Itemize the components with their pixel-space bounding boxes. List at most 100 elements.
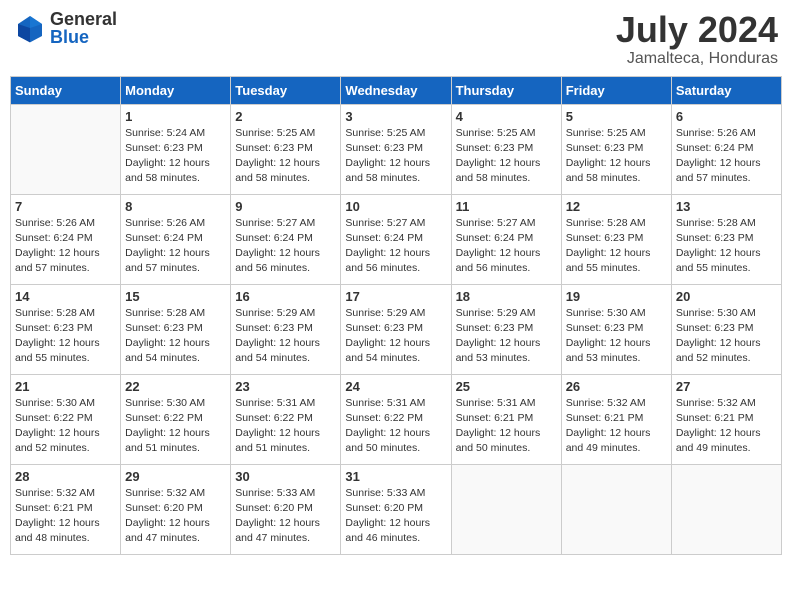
day-info: Sunrise: 5:31 AM Sunset: 6:21 PM Dayligh… [456, 396, 557, 457]
calendar-cell: 28Sunrise: 5:32 AM Sunset: 6:21 PM Dayli… [11, 464, 121, 554]
calendar-cell [671, 464, 781, 554]
day-info: Sunrise: 5:28 AM Sunset: 6:23 PM Dayligh… [566, 216, 667, 277]
week-row-5: 28Sunrise: 5:32 AM Sunset: 6:21 PM Dayli… [11, 464, 782, 554]
day-number: 25 [456, 379, 557, 394]
day-number: 16 [235, 289, 336, 304]
day-info: Sunrise: 5:29 AM Sunset: 6:23 PM Dayligh… [456, 306, 557, 367]
weekday-header-wednesday: Wednesday [341, 76, 451, 104]
day-number: 10 [345, 199, 446, 214]
calendar-cell: 31Sunrise: 5:33 AM Sunset: 6:20 PM Dayli… [341, 464, 451, 554]
calendar-cell: 25 Sunrise: 5:31 AM Sunset: 6:21 PM Dayli… [451, 374, 561, 464]
calendar-cell: 30 Sunrise: 5:33 AM Sunset: 6:20 PM Dayli… [231, 464, 341, 554]
calendar-cell: 23 Sunrise: 5:31 AM Sunset: 6:22 PM Dayli… [231, 374, 341, 464]
month-title: July 2024 [616, 10, 778, 50]
calendar-cell: 19Sunrise: 5:30 AM Sunset: 6:23 PM Dayli… [561, 284, 671, 374]
logo-blue: Blue [50, 28, 117, 46]
day-info: Sunrise: 5:26 AM Sunset: 6:24 PM Dayligh… [125, 216, 226, 277]
day-number: 24 [345, 379, 446, 394]
day-number: 15 [125, 289, 226, 304]
day-info: Sunrise: 5:26 AM Sunset: 6:24 PM Dayligh… [15, 216, 116, 277]
day-info: Sunrise: 5:30 AM Sunset: 6:23 PM Dayligh… [566, 306, 667, 367]
weekday-header-saturday: Saturday [671, 76, 781, 104]
calendar-cell: 16 Sunrise: 5:29 AM Sunset: 6:23 PM Dayli… [231, 284, 341, 374]
day-info: Sunrise: 5:27 AM Sunset: 6:24 PM Dayligh… [345, 216, 446, 277]
day-info: Sunrise: 5:27 AM Sunset: 6:24 PM Dayligh… [235, 216, 336, 277]
day-info: Sunrise: 5:32 AM Sunset: 6:21 PM Dayligh… [15, 486, 116, 547]
calendar-cell: 13 Sunrise: 5:28 AM Sunset: 6:23 PM Dayli… [671, 194, 781, 284]
day-info: Sunrise: 5:25 AM Sunset: 6:23 PM Dayligh… [566, 126, 667, 187]
calendar-cell: 29 Sunrise: 5:32 AM Sunset: 6:20 PM Dayli… [121, 464, 231, 554]
weekday-header-friday: Friday [561, 76, 671, 104]
day-info: Sunrise: 5:32 AM Sunset: 6:20 PM Dayligh… [125, 486, 226, 547]
page-header: General Blue July 2024 Jamalteca, Hondur… [10, 10, 782, 68]
day-number: 23 [235, 379, 336, 394]
calendar-cell: 15 Sunrise: 5:28 AM Sunset: 6:23 PM Dayli… [121, 284, 231, 374]
calendar-cell: 12 Sunrise: 5:28 AM Sunset: 6:23 PM Dayli… [561, 194, 671, 284]
day-info: Sunrise: 5:32 AM Sunset: 6:21 PM Dayligh… [566, 396, 667, 457]
calendar-cell: 8 Sunrise: 5:26 AM Sunset: 6:24 PM Daylig… [121, 194, 231, 284]
weekday-header-tuesday: Tuesday [231, 76, 341, 104]
calendar-cell: 5 Sunrise: 5:25 AM Sunset: 6:23 PM Daylig… [561, 104, 671, 194]
calendar-cell: 3 Sunrise: 5:25 AM Sunset: 6:23 PM Daylig… [341, 104, 451, 194]
logo-general: General [50, 10, 117, 28]
day-info: Sunrise: 5:30 AM Sunset: 6:23 PM Dayligh… [676, 306, 777, 367]
calendar-cell: 4 Sunrise: 5:25 AM Sunset: 6:23 PM Daylig… [451, 104, 561, 194]
day-info: Sunrise: 5:27 AM Sunset: 6:24 PM Dayligh… [456, 216, 557, 277]
calendar-cell: 11 Sunrise: 5:27 AM Sunset: 6:24 PM Dayli… [451, 194, 561, 284]
weekday-header-sunday: Sunday [11, 76, 121, 104]
day-number: 29 [125, 469, 226, 484]
calendar-cell: 14Sunrise: 5:28 AM Sunset: 6:23 PM Dayli… [11, 284, 121, 374]
day-info: Sunrise: 5:33 AM Sunset: 6:20 PM Dayligh… [235, 486, 336, 547]
day-number: 5 [566, 109, 667, 124]
calendar-cell: 20 Sunrise: 5:30 AM Sunset: 6:23 PM Dayli… [671, 284, 781, 374]
calendar-cell: 6Sunrise: 5:26 AM Sunset: 6:24 PM Daylig… [671, 104, 781, 194]
calendar-cell: 24 Sunrise: 5:31 AM Sunset: 6:22 PM Dayli… [341, 374, 451, 464]
day-info: Sunrise: 5:28 AM Sunset: 6:23 PM Dayligh… [676, 216, 777, 277]
week-row-4: 21Sunrise: 5:30 AM Sunset: 6:22 PM Dayli… [11, 374, 782, 464]
day-number: 31 [345, 469, 446, 484]
day-number: 2 [235, 109, 336, 124]
day-number: 13 [676, 199, 777, 214]
calendar-cell [451, 464, 561, 554]
day-number: 12 [566, 199, 667, 214]
day-number: 3 [345, 109, 446, 124]
day-number: 26 [566, 379, 667, 394]
week-row-1: 1Sunrise: 5:24 AM Sunset: 6:23 PM Daylig… [11, 104, 782, 194]
day-number: 30 [235, 469, 336, 484]
day-number: 8 [125, 199, 226, 214]
title-area: July 2024 Jamalteca, Honduras [616, 10, 778, 68]
day-info: Sunrise: 5:25 AM Sunset: 6:23 PM Dayligh… [345, 126, 446, 187]
day-info: Sunrise: 5:25 AM Sunset: 6:23 PM Dayligh… [235, 126, 336, 187]
day-info: Sunrise: 5:25 AM Sunset: 6:23 PM Dayligh… [456, 126, 557, 187]
weekday-header-monday: Monday [121, 76, 231, 104]
weekday-header-thursday: Thursday [451, 76, 561, 104]
calendar-cell: 18 Sunrise: 5:29 AM Sunset: 6:23 PM Dayli… [451, 284, 561, 374]
day-info: Sunrise: 5:28 AM Sunset: 6:23 PM Dayligh… [15, 306, 116, 367]
calendar-cell: 9 Sunrise: 5:27 AM Sunset: 6:24 PM Daylig… [231, 194, 341, 284]
calendar-cell: 27Sunrise: 5:32 AM Sunset: 6:21 PM Dayli… [671, 374, 781, 464]
week-row-3: 14Sunrise: 5:28 AM Sunset: 6:23 PM Dayli… [11, 284, 782, 374]
calendar-cell [561, 464, 671, 554]
day-number: 11 [456, 199, 557, 214]
day-info: Sunrise: 5:28 AM Sunset: 6:23 PM Dayligh… [125, 306, 226, 367]
calendar-cell: 17Sunrise: 5:29 AM Sunset: 6:23 PM Dayli… [341, 284, 451, 374]
day-number: 9 [235, 199, 336, 214]
day-number: 4 [456, 109, 557, 124]
day-number: 18 [456, 289, 557, 304]
calendar-cell: 26 Sunrise: 5:32 AM Sunset: 6:21 PM Dayli… [561, 374, 671, 464]
logo-icon [14, 12, 46, 44]
location: Jamalteca, Honduras [616, 50, 778, 68]
calendar-cell: 2 Sunrise: 5:25 AM Sunset: 6:23 PM Daylig… [231, 104, 341, 194]
day-number: 6 [676, 109, 777, 124]
calendar-cell [11, 104, 121, 194]
day-info: Sunrise: 5:31 AM Sunset: 6:22 PM Dayligh… [235, 396, 336, 457]
day-number: 20 [676, 289, 777, 304]
day-info: Sunrise: 5:29 AM Sunset: 6:23 PM Dayligh… [235, 306, 336, 367]
calendar-cell: 21Sunrise: 5:30 AM Sunset: 6:22 PM Dayli… [11, 374, 121, 464]
calendar-table: SundayMondayTuesdayWednesdayThursdayFrid… [10, 76, 782, 555]
day-info: Sunrise: 5:31 AM Sunset: 6:22 PM Dayligh… [345, 396, 446, 457]
weekday-header-row: SundayMondayTuesdayWednesdayThursdayFrid… [11, 76, 782, 104]
logo: General Blue [14, 10, 117, 46]
calendar-cell: 7Sunrise: 5:26 AM Sunset: 6:24 PM Daylig… [11, 194, 121, 284]
day-info: Sunrise: 5:29 AM Sunset: 6:23 PM Dayligh… [345, 306, 446, 367]
